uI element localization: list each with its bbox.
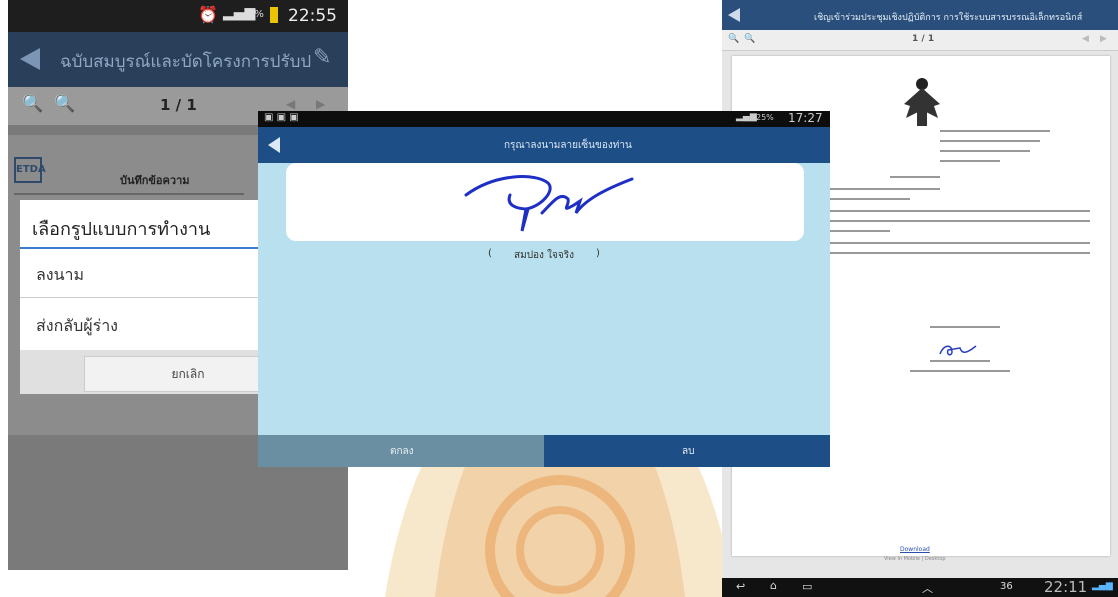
dialog-title: เลือกรูปแบบการทำงาน: [32, 219, 211, 240]
signal-icon: ▂▄▆: [736, 112, 757, 122]
nav-count: 36: [1000, 581, 1013, 592]
battery-percent: 25%: [756, 113, 774, 122]
option-sign[interactable]: ลงนาม: [20, 249, 290, 298]
small-signature: [939, 345, 977, 356]
doc-title: เชิญเข้าร่วมประชุมเชิงปฏิบัติการ การใช้ร…: [814, 13, 1083, 23]
ok-button-label: ตกลง: [390, 446, 414, 457]
system-nav-bar: ↩ ⌂ ▭ ︿ 36 22:11 ▂▄▆: [722, 578, 1118, 597]
page-indicator: 1 / 1: [160, 96, 197, 114]
zoom-in-icon[interactable]: 🔍: [22, 94, 43, 114]
zoom-in-icon[interactable]: 🔍: [728, 34, 739, 44]
action-bar: ตกลง ลบ: [258, 435, 830, 467]
signature-screen: ▣ ▣ ▣ ▂▄▆ 25% 17:27 กรุณาลงนามลายเซ็นของ…: [258, 111, 830, 467]
app-bar: กรุณาลงนามลายเซ็นของท่าน: [258, 127, 830, 163]
back-icon[interactable]: [728, 8, 740, 22]
clear-button[interactable]: ลบ: [544, 435, 830, 467]
status-time: 22:55: [288, 6, 337, 26]
prev-page-icon[interactable]: ◀: [286, 97, 295, 111]
text-line: [14, 193, 244, 195]
back-icon[interactable]: [20, 48, 40, 70]
signature-pad[interactable]: [286, 163, 804, 241]
action-dialog: เลือกรูปแบบการทำงาน ลงนาม ส่งกลับผู้ร่าง…: [20, 200, 292, 394]
back-nav-icon[interactable]: ↩: [736, 580, 745, 593]
clear-button-label: ลบ: [682, 446, 695, 457]
status-time: 17:27: [788, 111, 823, 125]
garuda-emblem: [904, 78, 940, 126]
notification-icons: ▣ ▣ ▣: [264, 112, 299, 123]
cancel-button-label: ยกเลิก: [171, 367, 205, 381]
back-icon[interactable]: [268, 137, 280, 153]
zoom-out-icon[interactable]: 🔍: [744, 34, 755, 44]
view-mode-links[interactable]: View in Mobile | Desktop: [884, 556, 946, 562]
recent-apps-icon[interactable]: ▭: [802, 580, 812, 593]
signature-drawing: [464, 175, 634, 232]
paren-close: ): [596, 248, 600, 259]
chevron-up-icon[interactable]: ︿: [922, 580, 933, 596]
next-page-icon[interactable]: ▶: [1100, 34, 1107, 44]
battery-percent: 5%: [248, 9, 264, 20]
option-return-label: ส่งกลับผู้ร่าง: [36, 316, 118, 335]
page-indicator: 1 / 1: [912, 34, 935, 44]
status-bar: ⏰ ▂▄▆ 5% 22:55: [8, 0, 348, 32]
signer-name-text: สมปอง ใจจริง: [514, 250, 574, 261]
paren-open: (: [488, 248, 492, 259]
logo: ETDA: [14, 157, 46, 183]
option-sign-label: ลงนาม: [36, 265, 85, 284]
doc-heading: บันทึกข้อความ: [120, 174, 190, 187]
ok-button[interactable]: ตกลง: [258, 435, 544, 467]
edit-icon[interactable]: ✎: [313, 45, 331, 70]
zoom-out-icon[interactable]: 🔍: [54, 94, 75, 114]
prev-page-icon[interactable]: ◀: [1082, 34, 1089, 44]
app-bar: ฉบับสมบูรณ์และบัดโครงการปรับป ✎: [8, 32, 348, 87]
doc-app-bar: เชิญเข้าร่วมประชุมเชิงปฏิบัติการ การใช้ร…: [722, 0, 1118, 30]
doc-toolbar: 🔍 🔍 1 / 1 ◀ ▶: [722, 30, 1118, 51]
home-icon[interactable]: ⌂: [770, 579, 777, 592]
document-title: ฉบับสมบูรณ์และบัดโครงการปรับป: [60, 52, 312, 72]
status-bar: ▣ ▣ ▣ ▂▄▆ 25% 17:27: [258, 111, 830, 127]
option-return[interactable]: ส่งกลับผู้ร่าง: [20, 298, 290, 351]
alarm-icon: ⏰: [198, 5, 218, 24]
nav-time: 22:11: [1044, 578, 1088, 596]
download-link[interactable]: Download: [900, 546, 930, 553]
screen-title: กรุณาลงนามลายเซ็นของท่าน: [504, 140, 632, 151]
next-page-icon[interactable]: ▶: [316, 97, 325, 111]
battery-icon: [270, 7, 278, 23]
signal-icon: ▂▄▆: [1092, 581, 1113, 591]
